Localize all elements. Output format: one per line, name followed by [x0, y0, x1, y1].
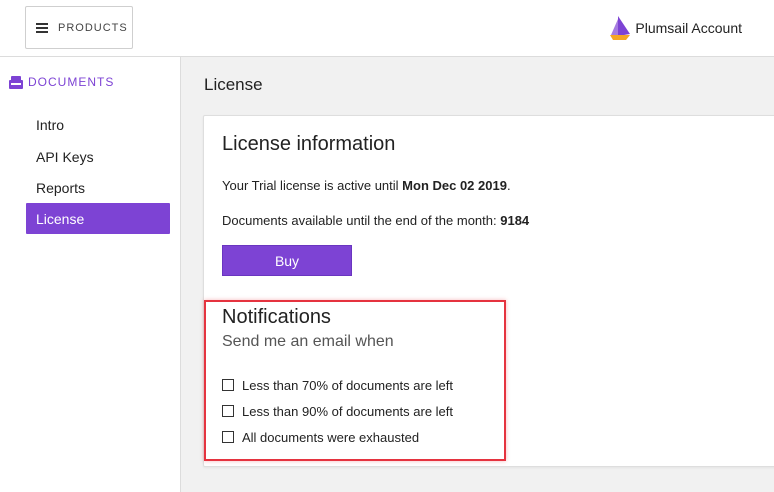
sidebar-item-reports[interactable]: Reports [26, 172, 170, 203]
license-info-title: License information [222, 133, 396, 155]
plumsail-logo-icon [610, 16, 631, 40]
account-link[interactable]: Plumsail Account [609, 14, 742, 42]
notify-90-percent-option[interactable]: Less than 90% of documents are left [222, 403, 453, 419]
docs-prefix: Documents available until the end of the… [222, 213, 501, 228]
notify-70-percent-label: Less than 70% of documents are left [242, 377, 454, 393]
account-label: Plumsail Account [635, 20, 742, 36]
sidebar-item-intro[interactable]: Intro [26, 109, 170, 140]
sidebar-item-license[interactable]: License [26, 203, 170, 234]
products-menu-button[interactable]: PRODUCTS [25, 6, 133, 49]
notifications-subtitle: Send me an email when [222, 333, 394, 350]
docs-count: 9184 [500, 213, 530, 228]
notifications-title: Notifications [222, 306, 331, 328]
notify-exhausted-option[interactable]: All documents were exhausted [222, 429, 419, 445]
notify-exhausted-checkbox[interactable] [222, 431, 234, 443]
notify-90-percent-label: Less than 90% of documents are left [242, 403, 454, 419]
buy-button[interactable]: Buy [222, 245, 352, 276]
top-bar: PRODUCTS Plumsail Account [0, 0, 774, 57]
page-title: License [204, 75, 263, 94]
documents-available-text: Documents available until the end of the… [222, 213, 529, 228]
sidebar: DOCUMENTS Intro API Keys Reports License [0, 57, 181, 492]
notify-exhausted-label: All documents were exhausted [242, 429, 420, 445]
documents-icon [9, 75, 23, 89]
hamburger-icon [36, 22, 48, 33]
license-card: License information Your Trial license i… [203, 115, 774, 467]
notify-70-percent-checkbox[interactable] [222, 379, 234, 391]
trial-prefix: Your Trial license is active until [222, 178, 403, 193]
sidebar-item-label: API Keys [36, 148, 94, 165]
trial-status-text: Your Trial license is active until Mon D… [222, 178, 511, 193]
sidebar-item-label: Reports [36, 179, 86, 196]
sidebar-item-api-keys[interactable]: API Keys [26, 141, 170, 172]
trial-date: Mon Dec 02 2019 [402, 178, 507, 193]
sidebar-section-documents: DOCUMENTS [8, 75, 114, 89]
notify-90-percent-checkbox[interactable] [222, 405, 234, 417]
trial-suffix: . [506, 178, 511, 193]
products-label: PRODUCTS [58, 21, 128, 34]
notify-70-percent-option[interactable]: Less than 70% of documents are left [222, 377, 453, 393]
sidebar-item-label: Intro [36, 116, 65, 133]
sidebar-item-label: License [36, 210, 85, 227]
sidebar-section-title: DOCUMENTS [28, 75, 115, 89]
